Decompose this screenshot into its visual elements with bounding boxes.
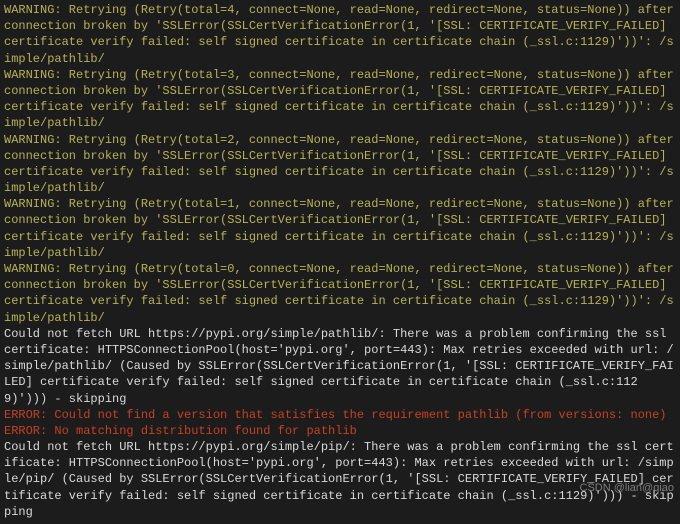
terminal-line: WARNING: Retrying (Retry(total=2, connec…	[4, 132, 676, 197]
terminal-line: WARNING: Retrying (Retry(total=4, connec…	[4, 2, 676, 67]
terminal-line: WARNING: Retrying (Retry(total=1, connec…	[4, 196, 676, 261]
terminal-output: WARNING: Retrying (Retry(total=4, connec…	[0, 0, 680, 524]
terminal-line: WARNING: Retrying (Retry(total=3, connec…	[4, 67, 676, 132]
terminal-line: Could not fetch URL https://pypi.org/sim…	[4, 326, 676, 407]
terminal-line: ERROR: Could not find a version that sat…	[4, 407, 676, 423]
terminal-line: ERROR: No matching distribution found fo…	[4, 423, 676, 439]
terminal-line: Could not fetch URL https://pypi.org/sim…	[4, 439, 676, 520]
terminal-line: WARNING: Retrying (Retry(total=0, connec…	[4, 261, 676, 326]
